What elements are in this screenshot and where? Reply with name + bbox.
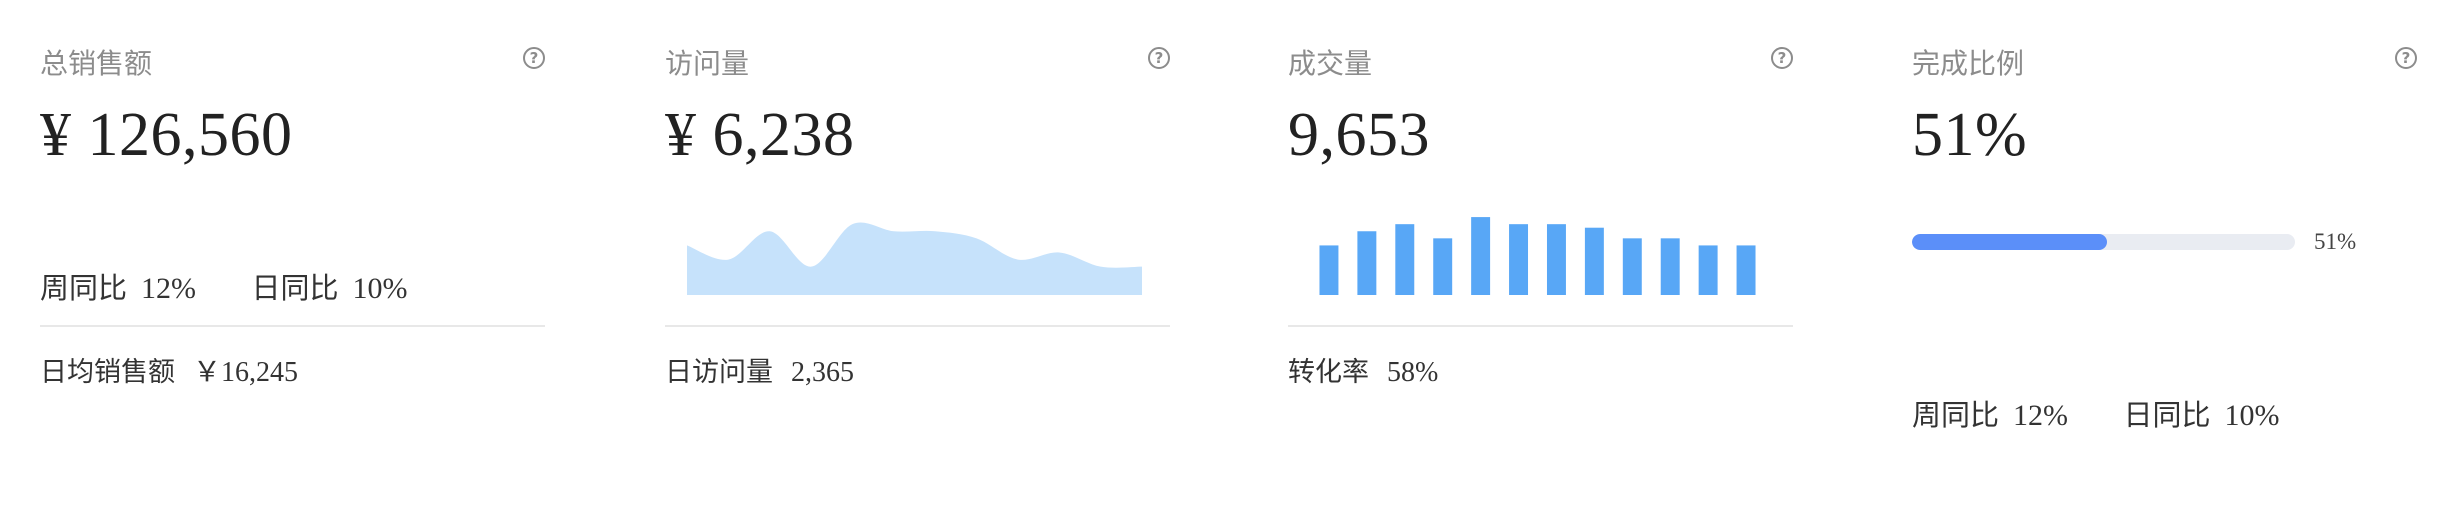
divider xyxy=(1288,325,1793,327)
footer-value: 2,365 xyxy=(791,357,854,388)
visits-value: ¥ 6,238 xyxy=(665,101,855,169)
day-over-day-trend: 日同比 10% xyxy=(2124,392,2280,434)
transactions-bar[interactable] xyxy=(1546,224,1566,295)
transactions-card: 成交量 ? 9,653 转化率 58% xyxy=(1288,0,1793,512)
card-footer: 日均销售额 ￥16,245 xyxy=(40,350,298,390)
visits-area-chart xyxy=(687,222,1142,295)
footer-value: 58% xyxy=(1387,357,1439,388)
trend-label: 日同比 xyxy=(2123,398,2211,432)
completion-card: 完成比例 ? 51% 51% 周同比 12% 日同比 10% xyxy=(1912,0,2417,512)
trend-value: 10% xyxy=(2224,399,2280,432)
visits-card: 访问量 ? ¥ 6,238 日访问量 2,365 xyxy=(665,0,1170,512)
footer-label: 日均销售额 xyxy=(40,357,175,388)
visits-area xyxy=(687,222,1142,295)
card-title: 成交量 xyxy=(1288,47,1373,80)
week-over-week-trend: 周同比 12% xyxy=(40,265,196,307)
completion-value: 51% xyxy=(1912,101,2028,169)
trend-label: 日同比 xyxy=(251,271,339,305)
transactions-bar[interactable] xyxy=(1509,224,1529,295)
transactions-bar[interactable] xyxy=(1622,238,1642,295)
card-footer: 日访问量 2,365 xyxy=(665,350,854,389)
question-circle-icon[interactable]: ? xyxy=(1148,47,1170,69)
transactions-bar-chart xyxy=(1319,217,1756,295)
trend-value: 12% xyxy=(2013,399,2069,432)
question-circle-icon[interactable]: ? xyxy=(1771,47,1793,69)
transactions-bar[interactable] xyxy=(1319,245,1339,295)
trend-label: 周同比 xyxy=(1912,398,2000,432)
footer-value: ￥16,245 xyxy=(193,357,299,388)
divider xyxy=(665,325,1170,327)
card-title: 访问量 xyxy=(665,47,750,80)
transactions-bar[interactable] xyxy=(1736,245,1756,295)
card-title: 完成比例 xyxy=(1912,47,2025,80)
transactions-bar[interactable] xyxy=(1357,231,1377,295)
trend-label: 周同比 xyxy=(40,271,128,305)
week-over-week-trend: 周同比 12% xyxy=(1912,392,2068,434)
transactions-bar[interactable] xyxy=(1395,224,1415,295)
transactions-bar[interactable] xyxy=(1471,217,1491,295)
transactions-bar[interactable] xyxy=(1660,238,1680,295)
trend-value: 10% xyxy=(352,272,408,305)
trend-row: 周同比 12% 日同比 10% xyxy=(1912,392,2328,434)
question-circle-icon[interactable]: ? xyxy=(2395,47,2417,69)
trend-value: 12% xyxy=(141,272,197,305)
day-over-day-trend: 日同比 10% xyxy=(252,265,408,307)
total-sales-value: ¥ 126,560 xyxy=(40,101,293,169)
progress-fill xyxy=(1912,234,2108,250)
trend-row: 周同比 12% 日同比 10% xyxy=(40,265,456,307)
transactions-value: 9,653 xyxy=(1288,101,1430,169)
question-circle-icon[interactable]: ? xyxy=(523,47,545,69)
stats-row: 总销售额 ? ¥ 126,560 周同比 12% 日同比 10% 日均销售额 ￥16,… xyxy=(0,0,2448,512)
footer-label: 转化率 xyxy=(1288,357,1369,388)
card-footer: 转化率 58% xyxy=(1288,350,1438,389)
progress-bar xyxy=(1912,234,2295,250)
footer-label: 日访问量 xyxy=(665,357,773,388)
transactions-bar[interactable] xyxy=(1584,227,1604,295)
card-title: 总销售额 xyxy=(40,47,153,80)
transactions-bar[interactable] xyxy=(1698,245,1718,295)
transactions-bar[interactable] xyxy=(1433,238,1453,295)
progress-label: 51% xyxy=(2314,229,2357,254)
divider xyxy=(40,325,545,327)
total-sales-card: 总销售额 ? ¥ 126,560 周同比 12% 日同比 10% 日均销售额 ￥16,… xyxy=(40,0,545,512)
